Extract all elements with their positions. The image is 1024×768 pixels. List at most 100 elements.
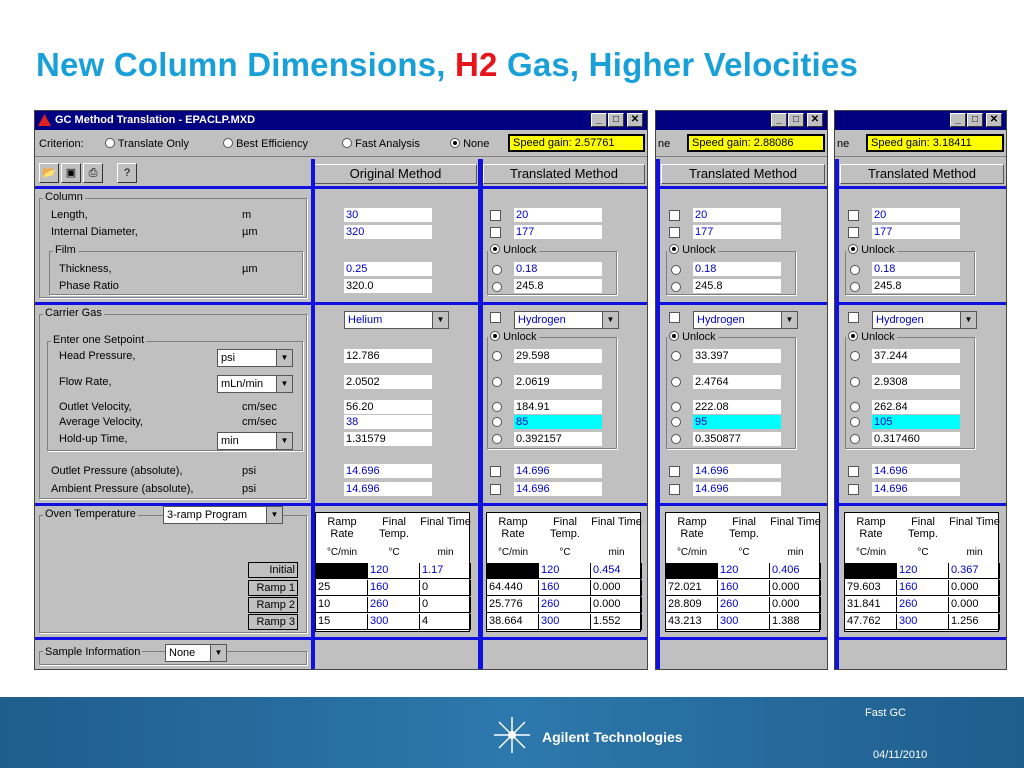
- radio-icon[interactable]: [671, 402, 681, 412]
- unlock-option[interactable]: Unlock: [846, 331, 897, 343]
- option-none[interactable]: None: [450, 138, 489, 150]
- lock-ambient-pressure-checkbox[interactable]: [490, 484, 501, 495]
- radio-icon[interactable]: [850, 434, 860, 444]
- orig-ambient-pressure-field[interactable]: 14.696: [344, 482, 432, 496]
- table-cell[interactable]: 160: [368, 580, 420, 596]
- table-cell[interactable]: [666, 563, 718, 579]
- unlock-option[interactable]: Unlock: [488, 331, 539, 343]
- table-cell[interactable]: 25.776: [487, 597, 539, 613]
- table-cell[interactable]: 260: [897, 597, 949, 613]
- table-cell[interactable]: 47.762: [845, 614, 897, 630]
- radio-icon[interactable]: [850, 265, 860, 275]
- orig-outlet-velocity-field[interactable]: 56.20: [344, 400, 432, 414]
- tr-length-field[interactable]: 20: [693, 208, 781, 222]
- table-cell[interactable]: 43.213: [666, 614, 718, 630]
- close-icon[interactable]: ✕: [986, 113, 1002, 127]
- tr-outlet-velocity-field[interactable]: 222.08: [693, 400, 781, 414]
- orig-diameter-field[interactable]: 320: [344, 225, 432, 239]
- tr-ambient-pressure-field[interactable]: 14.696: [872, 482, 960, 496]
- tr-thickness-field[interactable]: 0.18: [514, 262, 602, 276]
- table-cell[interactable]: [845, 563, 897, 579]
- radio-icon[interactable]: [492, 377, 502, 387]
- tr-flow-rate-field[interactable]: 2.4764: [693, 375, 781, 389]
- table-cell[interactable]: 0.367: [949, 563, 1000, 579]
- lock-length-checkbox[interactable]: [490, 210, 501, 221]
- minimize-icon[interactable]: _: [591, 113, 607, 127]
- table-cell[interactable]: 0.000: [591, 597, 642, 613]
- tr-average-velocity-field[interactable]: 105: [872, 415, 960, 429]
- radio-icon[interactable]: [492, 434, 502, 444]
- table-cell[interactable]: 0.000: [591, 580, 642, 596]
- tr-gas-select[interactable]: Hydrogen ▼: [693, 311, 798, 329]
- tr-gas-select[interactable]: Hydrogen ▼: [872, 311, 977, 329]
- radio-icon[interactable]: [850, 417, 860, 427]
- tr-diameter-field[interactable]: 177: [514, 225, 602, 239]
- option-translate-only[interactable]: Translate Only: [105, 138, 189, 150]
- unlock-option[interactable]: Unlock: [667, 244, 718, 256]
- radio-icon[interactable]: [671, 351, 681, 361]
- tr-outlet-velocity-field[interactable]: 262.84: [872, 400, 960, 414]
- table-cell[interactable]: 0.406: [770, 563, 821, 579]
- radio-icon[interactable]: [492, 417, 502, 427]
- close-icon[interactable]: ✕: [627, 113, 643, 127]
- tr-gas-select[interactable]: Hydrogen ▼: [514, 311, 619, 329]
- table-cell[interactable]: [487, 563, 539, 579]
- table-cell[interactable]: 38.664: [487, 614, 539, 630]
- lock-diameter-checkbox[interactable]: [490, 227, 501, 238]
- lock-length-checkbox[interactable]: [669, 210, 680, 221]
- tr-head-pressure-field[interactable]: 29.598: [514, 349, 602, 363]
- table-cell[interactable]: 1.17: [420, 563, 471, 579]
- print-icon[interactable]: ⎙: [83, 163, 103, 183]
- minimize-icon[interactable]: _: [771, 113, 787, 127]
- table-cell[interactable]: 160: [897, 580, 949, 596]
- table-cell[interactable]: 120: [539, 563, 591, 579]
- table-cell[interactable]: 1.388: [770, 614, 821, 630]
- radio-icon[interactable]: [492, 351, 502, 361]
- tr-average-velocity-field[interactable]: 85: [514, 415, 602, 429]
- tr-outlet-pressure-field[interactable]: 14.696: [872, 464, 960, 478]
- table-cell[interactable]: 300: [539, 614, 591, 630]
- table-cell[interactable]: [316, 563, 368, 579]
- lock-outlet-pressure-checkbox[interactable]: [490, 466, 501, 477]
- radio-icon[interactable]: [850, 351, 860, 361]
- table-cell[interactable]: 120: [897, 563, 949, 579]
- table-cell[interactable]: 0.000: [770, 580, 821, 596]
- radio-icon[interactable]: [492, 282, 502, 292]
- maximize-icon[interactable]: □: [608, 113, 624, 127]
- tr-ambient-pressure-field[interactable]: 14.696: [693, 482, 781, 496]
- table-cell[interactable]: 300: [897, 614, 949, 630]
- table-cell[interactable]: 0.000: [949, 580, 1000, 596]
- sample-select[interactable]: None ▼: [165, 644, 227, 662]
- radio-icon[interactable]: [671, 434, 681, 444]
- table-cell[interactable]: 4: [420, 614, 471, 630]
- minimize-icon[interactable]: _: [950, 113, 966, 127]
- tr-thickness-field[interactable]: 0.18: [872, 262, 960, 276]
- radio-icon[interactable]: [671, 282, 681, 292]
- tr-diameter-field[interactable]: 177: [872, 225, 960, 239]
- table-cell[interactable]: 25: [316, 580, 368, 596]
- close-icon[interactable]: ✕: [807, 113, 823, 127]
- tr-head-pressure-field[interactable]: 33.397: [693, 349, 781, 363]
- table-cell[interactable]: 160: [539, 580, 591, 596]
- table-cell[interactable]: 0.454: [591, 563, 642, 579]
- flow-unit-select[interactable]: mLn/min ▼: [217, 375, 293, 393]
- radio-icon[interactable]: [492, 402, 502, 412]
- oven-program-select[interactable]: 3-ramp Program ▼: [163, 506, 283, 524]
- table-cell[interactable]: 1.552: [591, 614, 642, 630]
- table-cell[interactable]: 120: [718, 563, 770, 579]
- unlock-option[interactable]: Unlock: [846, 244, 897, 256]
- radio-icon[interactable]: [850, 282, 860, 292]
- save-icon[interactable]: ▣: [61, 163, 81, 183]
- lock-ambient-pressure-checkbox[interactable]: [669, 484, 680, 495]
- table-cell[interactable]: 72.021: [666, 580, 718, 596]
- help-icon[interactable]: ?: [117, 163, 137, 183]
- tr-average-velocity-field[interactable]: 95: [693, 415, 781, 429]
- unlock-option[interactable]: Unlock: [488, 244, 539, 256]
- lock-gas-checkbox[interactable]: [669, 312, 680, 323]
- tr-diameter-field[interactable]: 177: [693, 225, 781, 239]
- tr-holdup-field[interactable]: 0.350877: [693, 432, 781, 446]
- table-cell[interactable]: 0: [420, 597, 471, 613]
- lock-outlet-pressure-checkbox[interactable]: [848, 466, 859, 477]
- tr-outlet-pressure-field[interactable]: 14.696: [514, 464, 602, 478]
- table-cell[interactable]: 10: [316, 597, 368, 613]
